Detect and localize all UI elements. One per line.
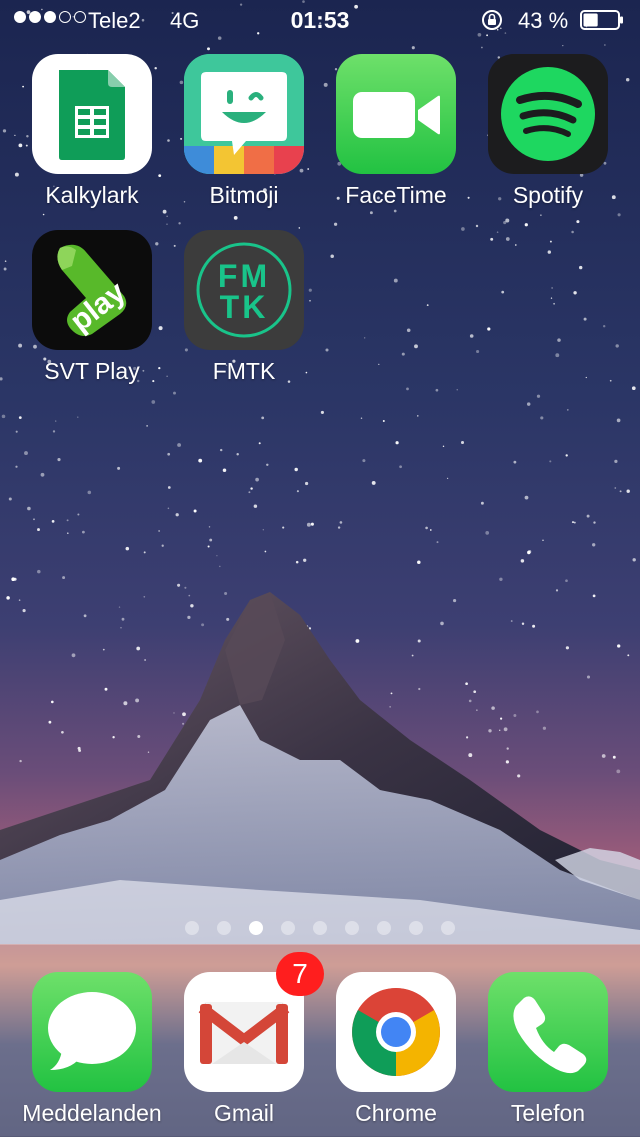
status-bar: Tele2 4G 01:53 43 % [0,0,640,40]
page-dot[interactable] [217,921,231,935]
page-dot[interactable] [377,921,391,935]
spotify-icon [488,54,608,174]
battery-icon [580,10,623,30]
page-indicator[interactable] [0,920,640,936]
rotation-lock-icon [482,10,502,30]
fmtk-logo-text-bottom: TK [220,289,269,325]
app-fmtk[interactable]: FM TK FMTK [169,230,319,385]
app-facetime[interactable]: FaceTime [321,54,471,209]
page-dot[interactable] [345,921,359,935]
page-dot[interactable] [249,921,263,935]
fmtk-icon: FM TK [184,230,304,350]
app-label: Telefon [510,1100,586,1126]
app-label: Meddelanden [22,1100,162,1126]
page-dot[interactable] [313,921,327,935]
app-label: Gmail [213,1100,275,1126]
app-label: Chrome [355,1100,437,1126]
page-dot[interactable] [441,921,455,935]
bitmoji-icon [184,54,304,174]
sheets-icon [32,54,152,174]
app-kalkylark[interactable]: Kalkylark [17,54,167,209]
notification-badge: 7 [276,952,324,996]
facetime-icon [336,54,456,174]
page-dot[interactable] [185,921,199,935]
app-spotify[interactable]: Spotify [473,54,623,209]
svt-play-icon: play [32,230,152,350]
dock-app-meddelanden[interactable]: Meddelanden [17,972,167,1127]
dock-app-telefon[interactable]: Telefon [473,972,623,1127]
app-label: FMTK [212,358,276,384]
app-label: SVT Play [44,358,140,384]
messages-icon [32,972,152,1092]
app-label: Kalkylark [45,182,139,208]
page-dot[interactable] [281,921,295,935]
app-label: FaceTime [345,182,447,208]
app-svt-play[interactable]: play SVT Play [17,230,167,385]
dock-app-chrome[interactable]: Chrome [321,972,471,1127]
chrome-icon [336,972,456,1092]
app-label: Bitmoji [209,182,279,208]
battery-percent: 43 % [518,8,569,33]
phone-icon [488,972,608,1092]
app-bitmoji[interactable]: Bitmoji [169,54,319,209]
app-label: Spotify [512,182,584,208]
page-dot[interactable] [409,921,423,935]
